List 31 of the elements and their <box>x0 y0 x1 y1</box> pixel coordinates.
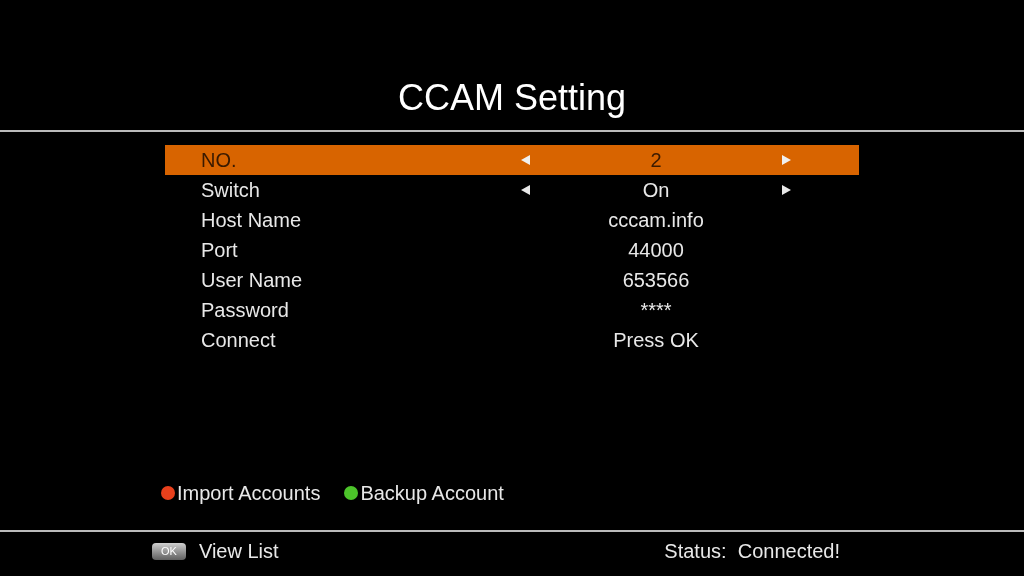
left-arrow-icon <box>521 155 531 165</box>
setting-row[interactable]: NO. 2 <box>165 145 859 175</box>
setting-row[interactable]: Connect Press OK <box>165 325 859 355</box>
setting-label: User Name <box>200 268 304 293</box>
setting-label: NO. <box>200 148 238 173</box>
setting-value: Press OK <box>612 328 700 353</box>
setting-value: cccam.info <box>607 208 705 233</box>
left-arrow-icon <box>521 185 531 195</box>
setting-value: 2 <box>649 148 663 173</box>
setting-value: 44000 <box>627 238 685 263</box>
setting-row[interactable]: User Name 653566 <box>165 265 859 295</box>
setting-label: Host Name <box>200 208 303 233</box>
right-arrow-icon <box>781 185 791 195</box>
setting-row[interactable]: Host Name cccam.info <box>165 205 859 235</box>
screen-title: CCAM Setting <box>397 80 627 116</box>
setting-label: Password <box>200 298 290 323</box>
setting-label: Port <box>200 238 239 263</box>
ok-key: OK <box>152 542 186 560</box>
setting-label: Switch <box>200 178 261 203</box>
color-key-label: Backup Account <box>360 481 504 506</box>
color-key-label: Import Accounts <box>177 481 321 506</box>
setting-value: **** <box>639 298 673 323</box>
setting-value: On <box>641 178 671 203</box>
view-list-hint: View List <box>198 539 279 564</box>
setting-value: 653566 <box>621 268 691 293</box>
setting-row[interactable]: Port 44000 <box>165 235 859 265</box>
right-arrow-icon <box>781 155 791 165</box>
setting-label: Connect <box>200 328 277 353</box>
setting-row[interactable]: Password **** <box>165 295 859 325</box>
status-text: Status: Connected! <box>664 539 840 564</box>
setting-row[interactable]: Switch On <box>165 175 859 205</box>
